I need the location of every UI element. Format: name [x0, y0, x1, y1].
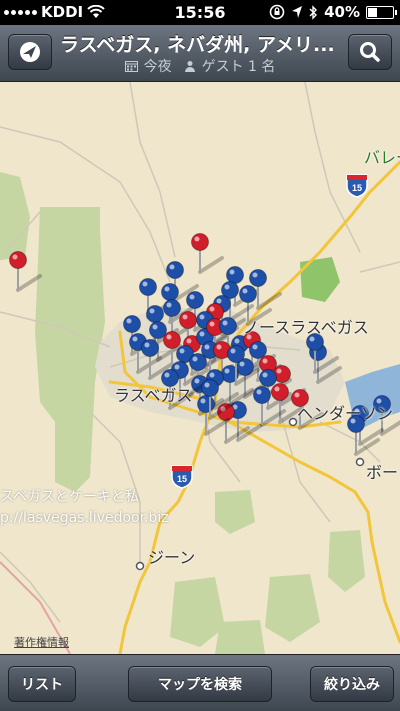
- interstate-15-shield-north: 15: [347, 175, 367, 197]
- search-criteria[interactable]: 今夜 ゲスト 1 名: [60, 56, 340, 76]
- red-listing-pin[interactable]: [192, 234, 223, 273]
- watermark-url: p://lasvegas.livedoor.biz: [0, 510, 169, 526]
- map-label-henderson: ヘンダーソン: [297, 400, 393, 424]
- calendar-icon: [125, 60, 138, 72]
- date-label: 今夜: [144, 56, 172, 76]
- search-icon: [349, 35, 391, 69]
- map-base: 15 15: [0, 82, 400, 654]
- filter-button[interactable]: 絞り込み: [310, 666, 394, 702]
- watermark-title: スベガスとケーキと私: [0, 486, 139, 506]
- interstate-15-shield-south: 15: [172, 466, 192, 488]
- map-label-las-vegas: ラスベガス: [114, 382, 193, 406]
- navigation-bar: ラスベガス, ネバダ州, アメリ... 今夜 ゲスト 1 名: [0, 25, 400, 82]
- red-listing-pin[interactable]: [10, 252, 41, 291]
- map-label-valley: バレー: [364, 144, 400, 168]
- location-arrow-icon: [291, 5, 303, 19]
- search-button[interactable]: [348, 34, 392, 70]
- list-button[interactable]: リスト: [8, 666, 76, 702]
- battery-percentage: 40%: [324, 3, 360, 21]
- bluetooth-icon: [309, 5, 318, 20]
- map-view[interactable]: 15 15 バレー ノースラスベガス ラスベガス ヘンダーソン ボー ジーン ス…: [0, 82, 400, 654]
- rotation-lock-icon: [269, 4, 285, 20]
- map-label-jean: ジーン: [148, 544, 195, 568]
- legal-link[interactable]: 著作権情報: [14, 634, 69, 650]
- status-bar: KDDI 15:56 40%: [0, 0, 400, 25]
- guest-icon: [184, 60, 196, 72]
- search-map-button[interactable]: マップを検索: [128, 666, 272, 702]
- compass-icon: [9, 35, 51, 69]
- guests-label: ゲスト 1 名: [202, 56, 276, 76]
- map-label-boulder: ボー: [366, 459, 398, 483]
- explore-button[interactable]: [8, 34, 52, 70]
- search-location-title[interactable]: ラスベガス, ネバダ州, アメリ...: [60, 30, 340, 57]
- map-label-north-las-vegas: ノースラスベガス: [243, 314, 369, 338]
- bottom-toolbar: リスト マップを検索 絞り込み: [0, 654, 400, 711]
- shield-number: 15: [352, 183, 362, 193]
- shield-number: 15: [177, 474, 187, 484]
- battery-icon: [366, 6, 394, 19]
